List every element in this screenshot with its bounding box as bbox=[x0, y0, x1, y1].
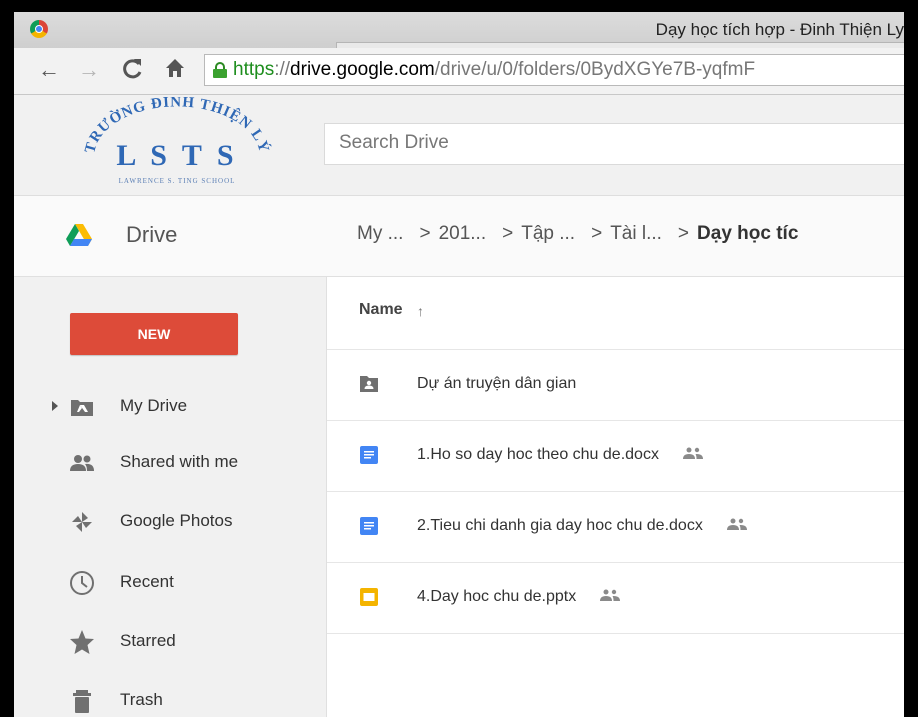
sort-arrow-icon[interactable]: ↑ bbox=[417, 303, 424, 319]
new-button[interactable]: NEW bbox=[70, 313, 238, 355]
sidebar-item-label: Google Photos bbox=[120, 511, 233, 530]
breadcrumb-current[interactable]: Dạy học tíc bbox=[697, 223, 798, 245]
file-name: 4.Day hoc chu de.pptx bbox=[417, 588, 577, 605]
file-name-wrap: 1.Ho so day hoc theo chu de.docx bbox=[417, 446, 703, 464]
browser-window: Dạy học tích hợp - Đinh Thiện Ly ← → htt… bbox=[14, 12, 904, 717]
trash-icon bbox=[73, 690, 91, 713]
breadcrumb-separator-icon: > bbox=[502, 223, 514, 244]
drive-toolbar: Drive My ... >201... > Tập ... > Tài l... > Dạy… bbox=[14, 196, 904, 277]
google-slides-icon bbox=[360, 588, 378, 606]
star-icon bbox=[70, 630, 94, 654]
navigation-bar: ← → https://drive.google.com/drive/u/0/f… bbox=[14, 48, 904, 95]
sidebar-item-recent[interactable]: Recent bbox=[14, 563, 326, 603]
home-icon[interactable] bbox=[164, 56, 186, 86]
sidebar-item-starred[interactable]: Starred bbox=[14, 622, 326, 662]
breadcrumb-item[interactable]: 201... bbox=[439, 223, 487, 245]
address-bar[interactable]: https://drive.google.com/drive/u/0/folde… bbox=[204, 54, 904, 86]
url-domain: drive.google.com bbox=[290, 59, 435, 80]
people-icon bbox=[70, 455, 94, 471]
back-arrow-icon[interactable]: ← bbox=[38, 57, 60, 83]
sidebar-item-label: Trash bbox=[120, 690, 163, 709]
drive-label[interactable]: Drive bbox=[126, 222, 177, 248]
file-name: 2.Tieu chi danh gia day hoc chu de.docx bbox=[417, 517, 703, 534]
breadcrumb-item[interactable]: Tập ... bbox=[521, 223, 575, 245]
file-name-wrap: 4.Day hoc chu de.pptx bbox=[417, 588, 621, 606]
breadcrumb: My ... >201... > Tập ... > Tài l... > Dạy học t… bbox=[357, 223, 798, 245]
shared-people-icon bbox=[600, 589, 621, 601]
sidebar-item-google-photos[interactable]: Google Photos bbox=[14, 502, 326, 542]
sidebar: NEW My Drive Shared with me Google Photo… bbox=[14, 277, 327, 717]
lock-icon bbox=[213, 62, 227, 78]
pinwheel-icon bbox=[72, 512, 92, 532]
sidebar-item-my-drive[interactable]: My Drive bbox=[14, 387, 326, 427]
url-scheme-separator: :// bbox=[274, 59, 291, 80]
drive-header: TRƯỜNG ĐINH THIỆN LÝ L S T S LAWRENCE S.… bbox=[14, 95, 904, 196]
title-bar: Dạy học tích hợp - Đinh Thiện Ly bbox=[14, 12, 904, 49]
file-name: Dự án truyện dân gian bbox=[417, 375, 577, 392]
breadcrumb-item[interactable]: Tài l... bbox=[610, 223, 662, 245]
file-list: Name ↑ Dự án truyện dân gian 1.Ho so day… bbox=[327, 277, 904, 717]
my-drive-icon bbox=[71, 400, 93, 416]
shared-people-icon bbox=[726, 518, 747, 530]
file-name: 1.Ho so day hoc theo chu de.docx bbox=[417, 446, 659, 463]
logo-school-name: LAWRENCE S. TING SCHOOL bbox=[119, 177, 236, 185]
clock-icon bbox=[70, 571, 94, 595]
sidebar-item-label: Starred bbox=[120, 631, 176, 650]
shared-people-icon bbox=[682, 447, 703, 459]
sidebar-item-label: Recent bbox=[120, 572, 174, 591]
search-box[interactable] bbox=[324, 123, 904, 165]
sidebar-item-label: Shared with me bbox=[120, 452, 239, 471]
google-docs-icon bbox=[360, 446, 378, 464]
chrome-logo-icon[interactable] bbox=[30, 20, 48, 38]
breadcrumb-item[interactable]: My ... bbox=[357, 223, 403, 245]
reload-icon[interactable] bbox=[122, 56, 144, 86]
url-text: https://drive.google.com/drive/u/0/folde… bbox=[233, 55, 755, 85]
school-logo[interactable]: TRƯỜNG ĐINH THIỆN LÝ L S T S LAWRENCE S.… bbox=[72, 97, 282, 189]
file-row[interactable]: Dự án truyện dân gian bbox=[327, 350, 904, 421]
expand-arrow-icon[interactable] bbox=[52, 401, 58, 411]
forward-arrow-icon[interactable]: → bbox=[78, 57, 100, 83]
breadcrumb-separator-icon: > bbox=[419, 223, 431, 244]
sidebar-item-label: My Drive bbox=[120, 396, 188, 415]
sidebar-item-trash[interactable]: Trash bbox=[14, 681, 326, 717]
logo-letters: L S T S bbox=[116, 139, 237, 172]
file-row[interactable]: 4.Day hoc chu de.pptx bbox=[327, 563, 904, 634]
file-name-wrap: 2.Tieu chi danh gia day hoc chu de.docx bbox=[417, 517, 747, 535]
breadcrumb-separator-icon: > bbox=[677, 223, 690, 244]
breadcrumb-separator-icon: > bbox=[591, 223, 603, 244]
file-row[interactable]: 2.Tieu chi danh gia day hoc chu de.docx bbox=[327, 492, 904, 563]
url-path: /drive/u/0/folders/0BydXGYe7B-yqfmF bbox=[434, 59, 756, 80]
window-title: Dạy học tích hợp - Đinh Thiện Ly bbox=[655, 20, 904, 39]
google-drive-icon bbox=[66, 224, 92, 246]
shared-folder-icon bbox=[360, 376, 378, 392]
google-docs-icon bbox=[360, 517, 378, 535]
list-header: Name ↑ bbox=[327, 277, 904, 350]
sidebar-item-shared-with-me[interactable]: Shared with me bbox=[14, 443, 326, 483]
column-header-name[interactable]: Name bbox=[359, 301, 403, 319]
url-scheme: https bbox=[233, 59, 275, 80]
search-input[interactable] bbox=[339, 132, 879, 154]
file-row[interactable]: 1.Ho so day hoc theo chu de.docx bbox=[327, 421, 904, 492]
